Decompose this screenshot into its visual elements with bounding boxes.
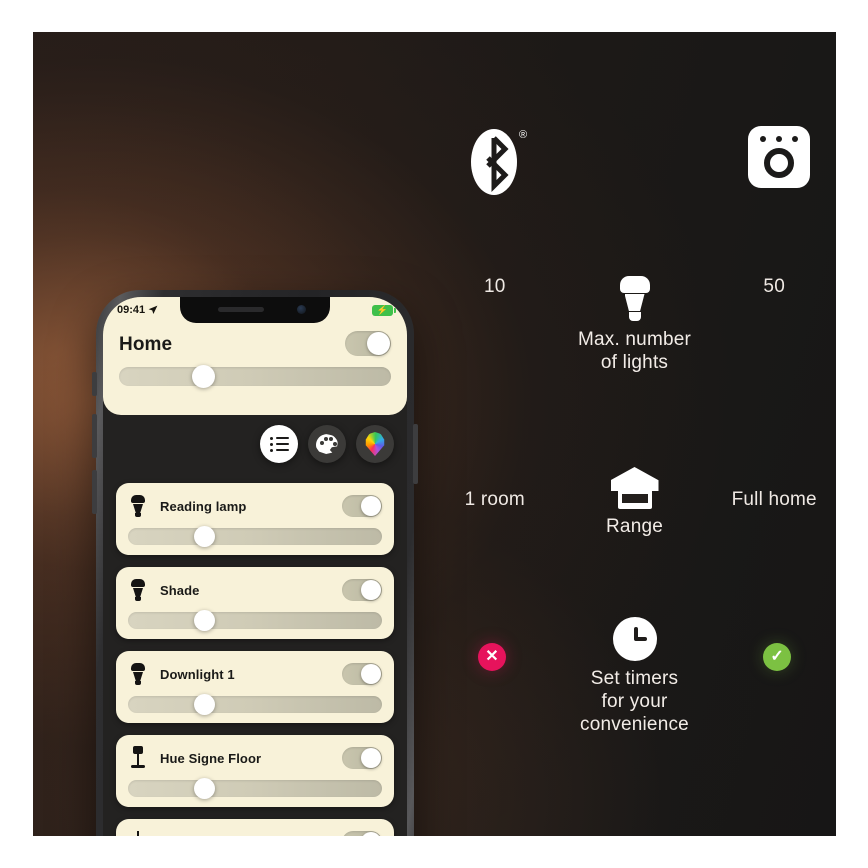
hero-background: ® 10 Max. number of lights 50 1 room Ran…: [33, 32, 836, 836]
floor-lamp-icon: [128, 746, 148, 770]
spec-row-timers: ✕ Set timers for your convenience ✓: [433, 617, 836, 737]
light-toggle[interactable]: [342, 747, 382, 769]
slider-knob[interactable]: [194, 526, 216, 547]
spec-label-line1: Range: [606, 516, 663, 537]
light-brightness-slider[interactable]: [128, 610, 382, 631]
home-card-header: Home: [119, 331, 391, 356]
spec-right-value: Full home: [731, 489, 817, 510]
light-header: Shade: [128, 578, 382, 602]
bulb-spot-icon: [128, 662, 148, 686]
spec-row-range: 1 room Range Full home: [433, 467, 836, 538]
spec-left-badge-holder: ✕: [433, 635, 551, 679]
bulb-spot-icon: [128, 578, 148, 602]
spec-column: ® 10 Max. number of lights 50 1 room Ran…: [433, 32, 836, 836]
spec-label: Range: [606, 515, 663, 538]
spec-right-value: 50: [763, 276, 785, 297]
bulb-icon: [618, 276, 652, 322]
toggle-knob: [361, 748, 381, 768]
page-title: Home: [119, 334, 173, 355]
location-arrow-icon: [148, 305, 158, 314]
mute-switch[interactable]: [92, 372, 97, 396]
light-toggle[interactable]: [342, 579, 382, 601]
toggle-knob: [361, 664, 381, 684]
spec-center: Range: [553, 467, 717, 538]
screenshot-canvas: ® 10 Max. number of lights 50 1 room Ran…: [0, 0, 868, 868]
power-button[interactable]: [413, 424, 418, 484]
spec-left-value: 1 room: [464, 489, 525, 510]
spec-row-max-lights: 10 Max. number of lights 50: [433, 276, 836, 374]
hue-bridge-icon: [748, 126, 820, 198]
spec-label: Set timers for your convenience: [580, 667, 689, 737]
app-screen: Home 09:41 ⚡ Reading lamp Shade Downligh…: [103, 297, 407, 836]
pendant-lamp-icon: [128, 830, 148, 836]
list-item[interactable]: Shade: [116, 567, 394, 639]
light-name: Downlight 1: [160, 666, 235, 682]
light-header: Hue Flourish: [128, 830, 382, 836]
spec-label-line2: of lights: [600, 352, 669, 374]
house-icon: [610, 467, 659, 509]
list-item[interactable]: Reading lamp: [116, 483, 394, 555]
phone-area: Home 09:41 ⚡ Reading lamp Shade Downligh…: [33, 32, 433, 836]
check-badge: ✓: [763, 643, 792, 671]
spec-center: Set timers for your convenience: [551, 617, 718, 737]
light-toggle[interactable]: [342, 663, 382, 685]
home-toggle[interactable]: [345, 331, 391, 356]
light-brightness-slider[interactable]: [128, 778, 382, 799]
light-header: Reading lamp: [128, 494, 382, 518]
palette-icon: [316, 434, 338, 454]
bluetooth-logo: ®: [463, 126, 549, 212]
mode-button-colors[interactable]: [356, 425, 394, 463]
light-header: Hue Signe Floor: [128, 746, 382, 770]
spec-label-line3: convenience: [580, 714, 689, 736]
list-item[interactable]: Hue Flourish: [116, 819, 394, 836]
toggle-knob: [367, 332, 390, 355]
phone-mockup: Home 09:41 ⚡ Reading lamp Shade Downligh…: [96, 290, 414, 836]
status-left: 09:41: [117, 304, 158, 316]
light-name: Hue Signe Floor: [160, 750, 262, 766]
list-item[interactable]: Downlight 1: [116, 651, 394, 723]
spec-right-badge-holder: ✓: [718, 635, 836, 679]
mode-button-list[interactable]: [260, 425, 298, 463]
light-name: Hue Flourish: [160, 835, 330, 837]
phone-screen: Home 09:41 ⚡ Reading lamp Shade Downligh…: [103, 297, 407, 836]
light-name: Reading lamp: [160, 498, 247, 514]
light-header: Downlight 1: [128, 662, 382, 686]
home-brightness-slider[interactable]: [119, 365, 391, 388]
clock-icon: [612, 617, 657, 661]
protocol-icons-row: ®: [433, 120, 836, 210]
toggle-knob: [361, 580, 381, 600]
slider-knob[interactable]: [192, 365, 216, 388]
spec-label-line2: for your: [601, 691, 668, 713]
spec-label-line1: Max. number: [577, 329, 692, 350]
mode-button-scenes[interactable]: [308, 425, 346, 463]
status-bar: 09:41 ⚡: [103, 297, 407, 323]
slider-knob[interactable]: [194, 778, 216, 799]
battery-charging-icon: ⚡: [372, 304, 396, 316]
light-toggle[interactable]: [342, 495, 382, 517]
spec-label-line1: Set timers: [590, 668, 679, 689]
bulb-spot-icon: [128, 494, 148, 518]
spec-center: Max. number of lights: [553, 276, 717, 374]
toggle-knob: [361, 496, 381, 516]
list-icon: [269, 436, 289, 452]
light-brightness-slider[interactable]: [128, 694, 382, 715]
mode-button-group: [260, 425, 394, 463]
light-list: Reading lamp Shade Downlight 1 Hue Signe…: [116, 483, 394, 836]
status-time: 09:41: [117, 304, 146, 316]
cross-badge: ✕: [477, 643, 506, 671]
volume-up-button[interactable]: [92, 414, 97, 458]
registered-mark: ®: [519, 129, 528, 141]
light-name: Shade: [160, 582, 200, 598]
list-item[interactable]: Hue Signe Floor: [116, 735, 394, 807]
battery-bolt: ⚡: [376, 304, 389, 315]
light-brightness-slider[interactable]: [128, 526, 382, 547]
spec-left-value: 10: [484, 276, 506, 297]
color-droplet-icon: [365, 432, 385, 456]
volume-down-button[interactable]: [92, 470, 97, 514]
slider-knob[interactable]: [194, 694, 216, 715]
spec-label: Max. number of lights: [578, 328, 691, 374]
slider-knob[interactable]: [194, 610, 216, 631]
light-toggle[interactable]: [342, 831, 382, 836]
toggle-knob: [361, 832, 381, 836]
